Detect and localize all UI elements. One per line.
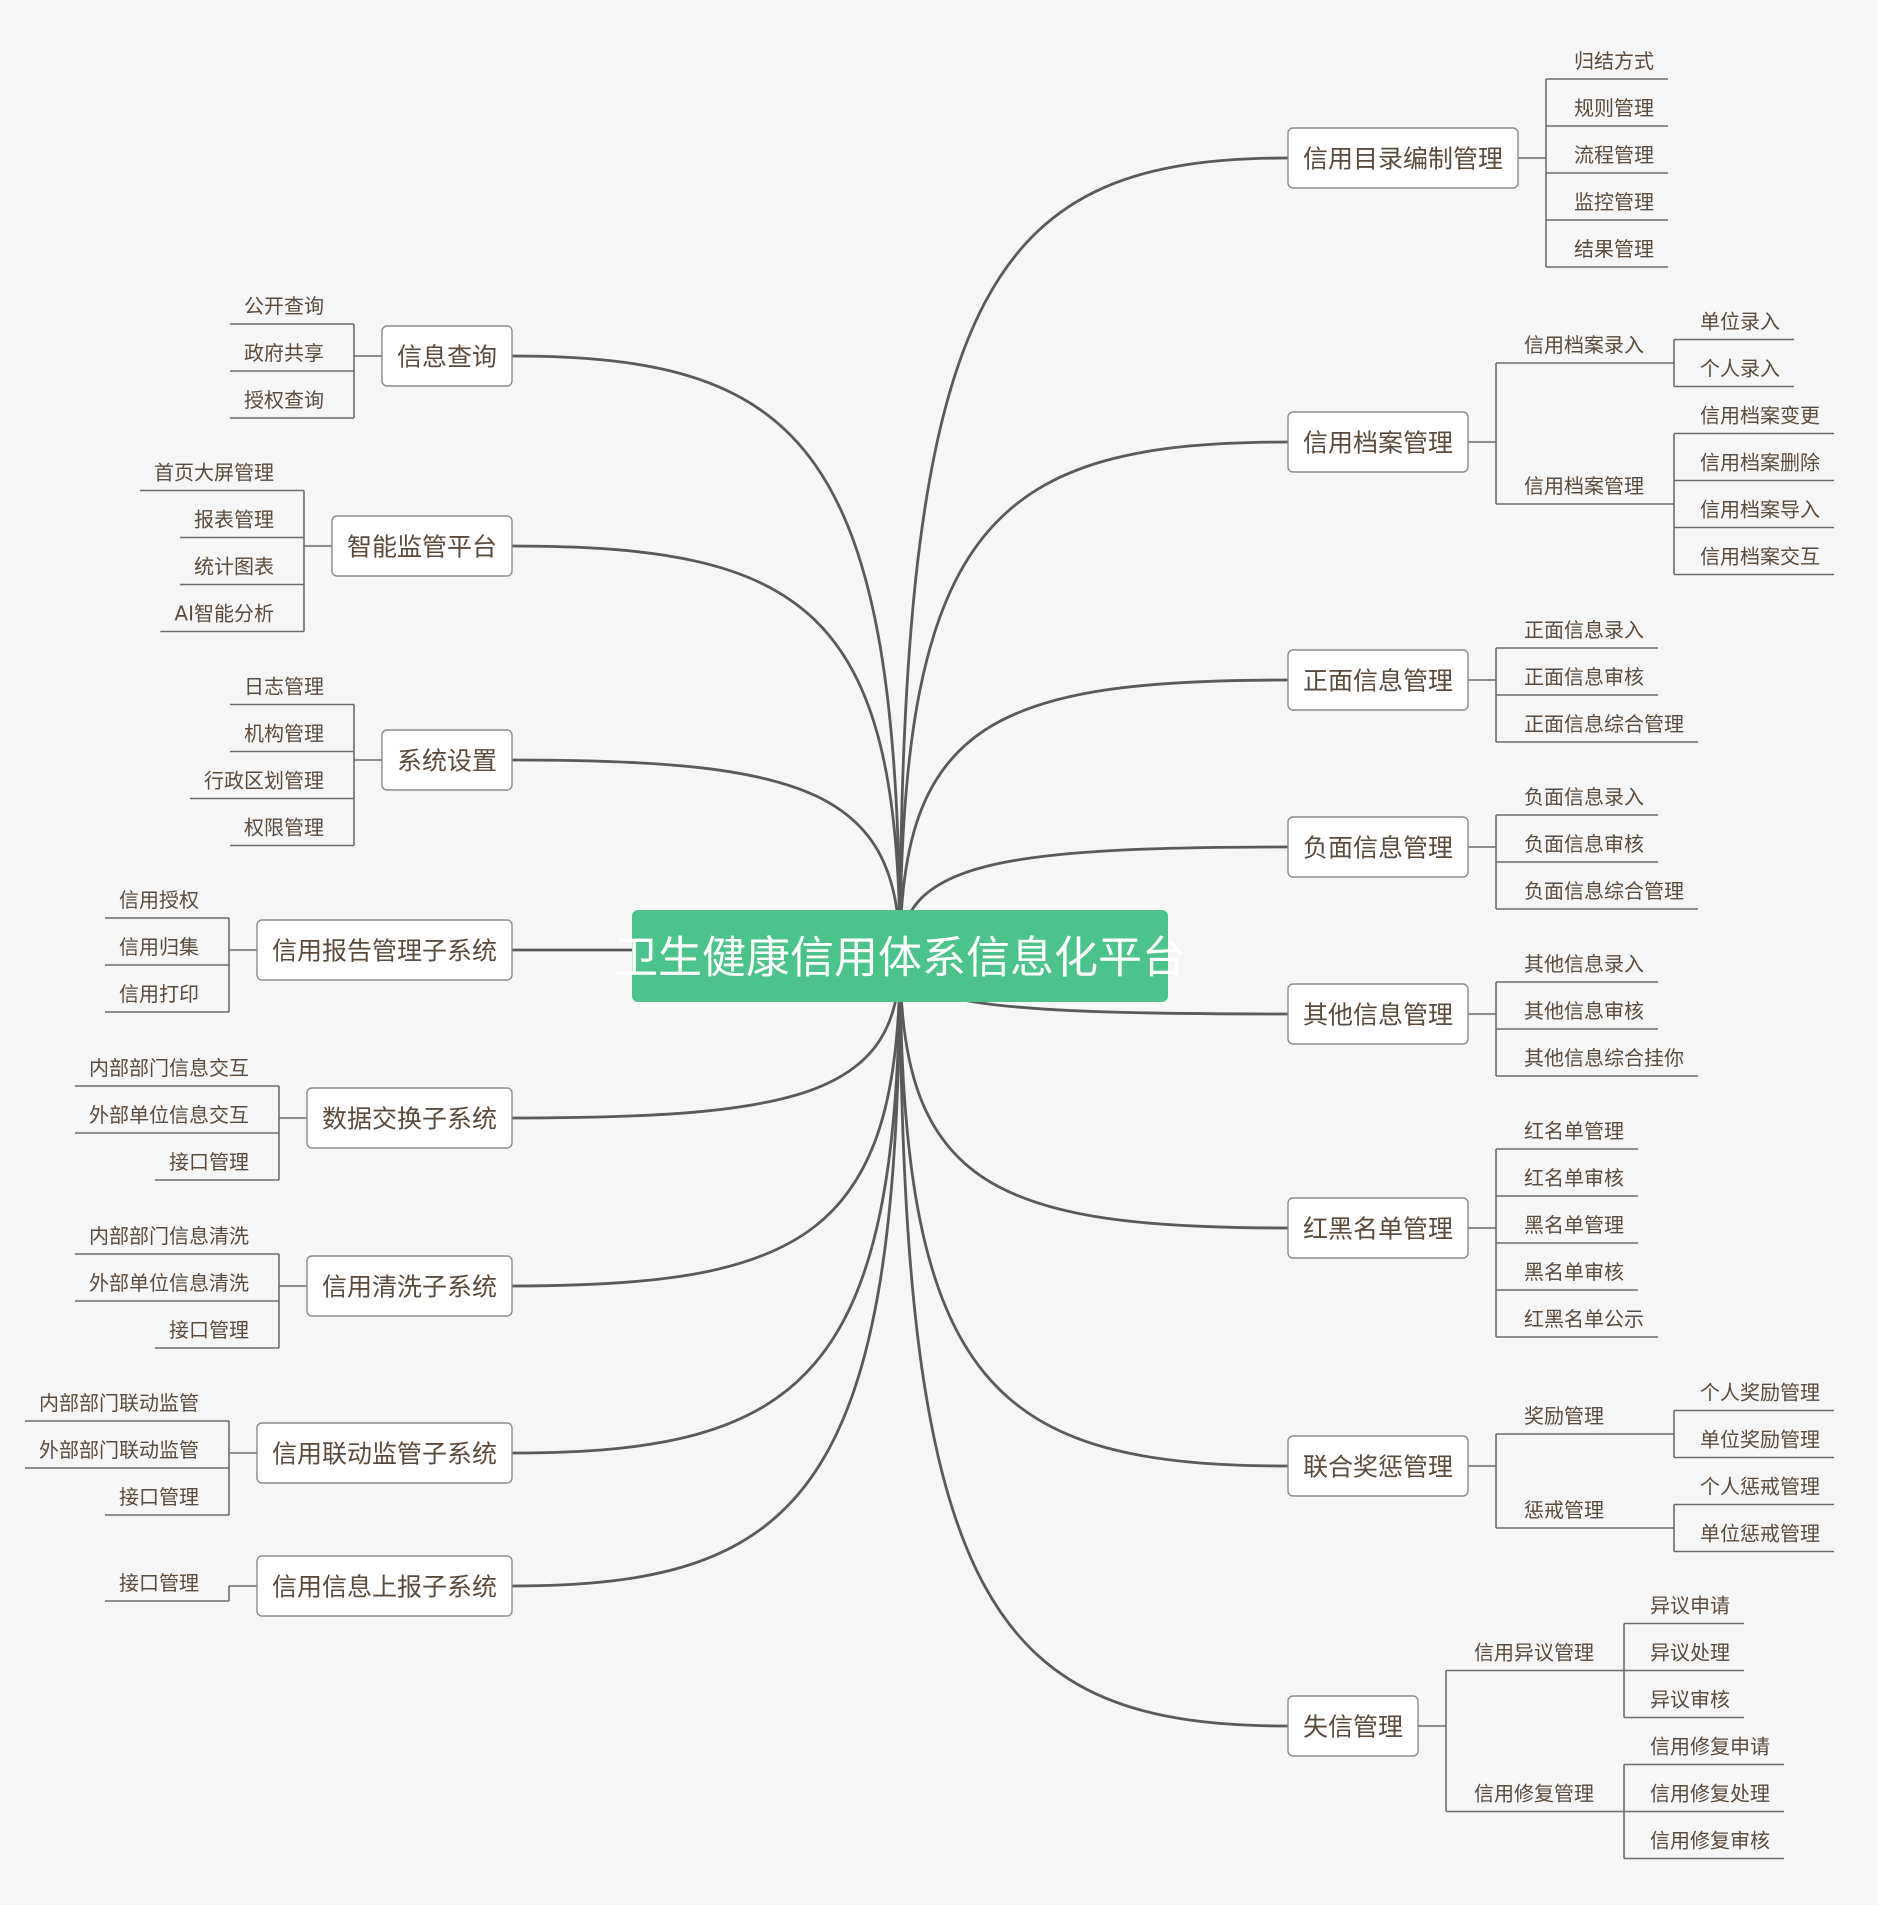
leaf-label: 内部部门联动监管	[39, 1391, 199, 1415]
leaf-label: 机构管理	[244, 722, 324, 746]
sub-branch-label: 惩戒管理	[1524, 1498, 1604, 1522]
branch-label: 信用清洗子系统	[322, 1273, 497, 1302]
leaf-label: 信用修复申请	[1650, 1735, 1770, 1759]
leaf-label: 正面信息审核	[1524, 665, 1644, 689]
leaf-label: 日志管理	[244, 675, 324, 699]
leaf-label: 信用修复处理	[1650, 1782, 1770, 1806]
sub-branch-label: 信用档案录入	[1524, 333, 1644, 357]
branch-label: 信用报告管理子系统	[272, 937, 497, 966]
sub-branch-label: 信用异议管理	[1474, 1641, 1594, 1665]
leaf-label: 结果管理	[1574, 237, 1654, 261]
leaf-label: 信用档案删除	[1700, 451, 1820, 475]
branch-label: 智能监管平台	[347, 533, 497, 562]
branch-label: 红黑名单管理	[1303, 1215, 1453, 1244]
leaf-label: 黑名单管理	[1524, 1213, 1624, 1237]
leaf-label: 统计图表	[194, 555, 274, 579]
leaf-label: 个人奖励管理	[1700, 1381, 1820, 1405]
leaf-label: 正面信息综合管理	[1524, 712, 1684, 736]
leaf-label: 红名单审核	[1524, 1166, 1624, 1190]
leaf-label: 内部部门信息清洗	[89, 1224, 249, 1248]
leaf-label: 红名单管理	[1524, 1119, 1624, 1143]
leaf-label: 个人录入	[1700, 357, 1780, 381]
leaf-label: 黑名单审核	[1524, 1260, 1624, 1284]
leaf-label: AI智能分析	[174, 602, 274, 626]
leaf-label: 负面信息综合管理	[1524, 879, 1684, 903]
leaf-label: 外部部门联动监管	[39, 1438, 199, 1462]
branch-label: 信用档案管理	[1303, 429, 1453, 458]
sub-branch-label: 信用档案管理	[1524, 474, 1644, 498]
leaf-label: 信用修复审核	[1650, 1829, 1770, 1853]
leaf-label: 外部单位信息交互	[89, 1103, 249, 1127]
mind-map: 卫生健康信用体系信息化平台 信息查询 公开查询政府共享授权查询智能监管平台 首页大屏管…	[0, 0, 1893, 1925]
leaf-label: 接口管理	[119, 1485, 199, 1509]
branch-label: 系统设置	[397, 747, 497, 776]
branch-label: 失信管理	[1303, 1713, 1403, 1742]
branch-label: 负面信息管理	[1303, 834, 1453, 863]
leaf-label: 红黑名单公示	[1524, 1307, 1644, 1331]
leaf-label: 其他信息综合挂你	[1524, 1046, 1684, 1070]
leaf-label: 其他信息审核	[1524, 999, 1644, 1023]
branch-label: 联合奖惩管理	[1303, 1453, 1453, 1482]
leaf-label: 公开查询	[244, 294, 324, 318]
leaf-label: 政府共享	[244, 341, 324, 365]
leaf-label: 信用档案变更	[1700, 404, 1820, 428]
leaf-label: 负面信息审核	[1524, 832, 1644, 856]
leaf-label: 异议申请	[1650, 1594, 1730, 1618]
leaf-label: 接口管理	[119, 1571, 199, 1595]
leaf-label: 监控管理	[1574, 190, 1654, 214]
leaf-label: 外部单位信息清洗	[89, 1271, 249, 1295]
leaf-label: 信用打印	[119, 982, 199, 1006]
leaf-label: 规则管理	[1574, 96, 1654, 120]
sub-branch-label: 信用修复管理	[1474, 1782, 1594, 1806]
leaf-label: 内部部门信息交互	[89, 1056, 249, 1080]
sub-branch-label: 奖励管理	[1524, 1404, 1604, 1428]
leaf-label: 流程管理	[1574, 143, 1654, 167]
leaf-label: 单位奖励管理	[1700, 1428, 1820, 1452]
leaf-label: 报表管理	[194, 508, 274, 532]
branch-label: 正面信息管理	[1303, 667, 1453, 696]
leaf-label: 个人惩戒管理	[1700, 1475, 1820, 1499]
leaf-label: 权限管理	[244, 816, 324, 840]
leaf-label: 授权查询	[244, 388, 324, 412]
leaf-label: 信用档案导入	[1700, 498, 1820, 522]
branch-label: 信用联动监管子系统	[272, 1440, 497, 1469]
mind-map-canvas: 卫生健康信用体系信息化平台 信息查询 公开查询政府共享授权查询智能监管平台 首页大屏管…	[0, 0, 1877, 1905]
leaf-label: 其他信息录入	[1524, 952, 1644, 976]
leaf-label: 单位录入	[1700, 310, 1780, 334]
root-title: 卫生健康信用体系信息化平台	[614, 933, 1186, 984]
branch-label: 其他信息管理	[1303, 1001, 1453, 1030]
leaf-label: 首页大屏管理	[154, 461, 274, 485]
leaf-label: 归结方式	[1574, 49, 1654, 73]
branch-label: 信用信息上报子系统	[272, 1573, 497, 1602]
leaf-label: 异议审核	[1650, 1688, 1730, 1712]
leaf-label: 接口管理	[169, 1318, 249, 1342]
leaf-label: 信用归集	[119, 935, 199, 959]
leaf-label: 信用授权	[119, 888, 199, 912]
leaf-label: 单位惩戒管理	[1700, 1522, 1820, 1546]
branch-label: 信用目录编制管理	[1303, 145, 1503, 174]
leaf-label: 负面信息录入	[1524, 785, 1644, 809]
leaf-label: 行政区划管理	[204, 769, 324, 793]
branch-label: 数据交换子系统	[322, 1105, 497, 1134]
leaf-label: 接口管理	[169, 1150, 249, 1174]
leaf-label: 异议处理	[1650, 1641, 1730, 1665]
leaf-label: 正面信息录入	[1524, 618, 1644, 642]
branch-label: 信息查询	[397, 343, 497, 372]
leaf-label: 信用档案交互	[1700, 545, 1820, 569]
